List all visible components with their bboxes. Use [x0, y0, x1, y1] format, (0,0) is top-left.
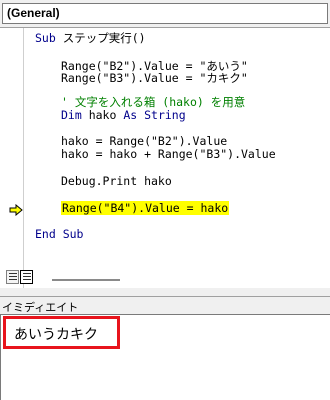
general-dropdown-value: (General)	[7, 6, 60, 20]
procedure-view-icon	[9, 273, 17, 282]
code-line-end-sub[interactable]: End Sub	[35, 227, 83, 241]
code-line-current[interactable]: Range("B4").Value = hako	[61, 201, 230, 215]
code-line-comment[interactable]: ' 文字を入れる箱 (hako) を用意	[61, 95, 245, 109]
as-keyword: As	[123, 108, 138, 122]
current-statement-highlight: Range("B4").Value = hako	[61, 201, 230, 215]
immediate-window-title: イミディエイト	[2, 302, 79, 314]
execution-point-arrow-icon	[9, 204, 23, 216]
vba-editor-window: (General) Sub ステップ実行() Range("B2").Value…	[0, 0, 330, 400]
general-dropdown[interactable]: (General)	[2, 3, 328, 24]
view-buttons	[6, 270, 36, 286]
code-pane[interactable]: Sub ステップ実行() Range("B2").Value = "あいう" R…	[0, 28, 330, 292]
annotation-highlight-box	[3, 316, 120, 349]
code-line-range-b3[interactable]: Range("B3").Value = "カキク"	[61, 71, 248, 85]
code-line-sub[interactable]: Sub ステップ実行()	[35, 31, 146, 45]
code-line-hako-2[interactable]: hako = hako + Range("B3").Value	[61, 147, 276, 161]
sub-keyword: Sub	[35, 31, 56, 45]
end-sub-keyword: Sub	[55, 227, 84, 241]
immediate-window-titlebar[interactable]: イミディエイト	[0, 296, 330, 314]
string-keyword: String	[137, 108, 186, 122]
full-module-view-icon	[23, 273, 31, 282]
sub-name: ステップ実行()	[62, 31, 146, 45]
procedure-view-button[interactable]	[6, 270, 19, 284]
margin-indicator-bar[interactable]	[0, 28, 24, 292]
horizontal-scrollbar[interactable]	[52, 279, 120, 281]
dim-keyword: Dim	[61, 108, 82, 122]
pane-splitter[interactable]	[0, 288, 330, 296]
code-line-dim[interactable]: Dim hako As String	[61, 108, 186, 122]
end-keyword: End	[35, 227, 56, 241]
code-line-hako-1[interactable]: hako = Range("B2").Value	[61, 134, 227, 148]
full-module-view-button[interactable]	[20, 270, 33, 284]
code-line-debug-print[interactable]: Debug.Print hako	[61, 174, 172, 188]
dim-variable: hako	[81, 108, 124, 122]
procedure-bar: (General)	[0, 0, 330, 28]
